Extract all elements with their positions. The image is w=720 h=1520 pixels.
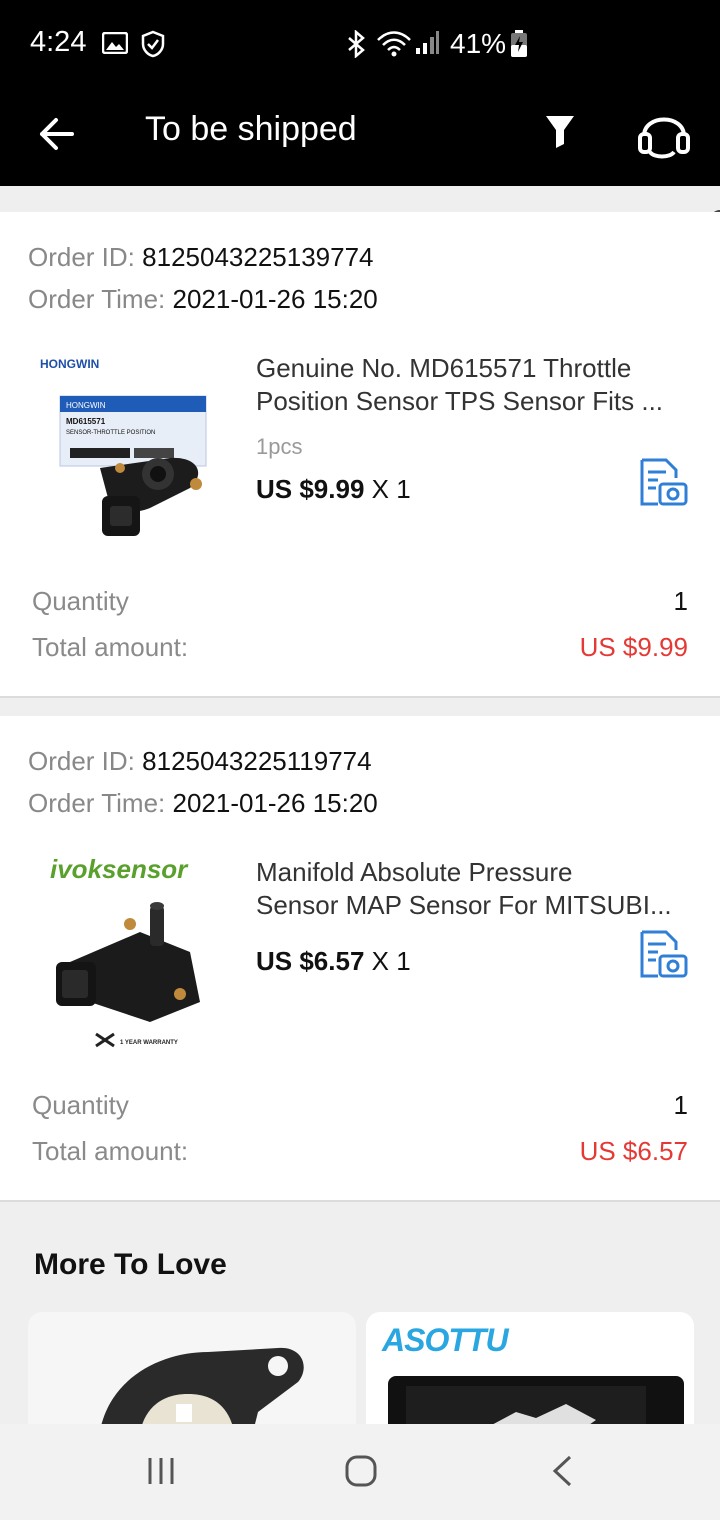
product-title-line1: Genuine No. MD615571 Throttle <box>256 353 632 383</box>
battery-percent: 41% <box>450 28 507 59</box>
signal-icon <box>416 31 439 54</box>
product-price: US $9.99 <box>256 474 365 504</box>
order-id-row: Order ID: 8125043225139774 <box>28 242 374 273</box>
product-price-row: US $6.57 X 1 <box>256 946 411 977</box>
order-id-label: Order ID: <box>28 746 135 776</box>
product-qty: X 1 <box>371 474 411 504</box>
quantity-label: Quantity <box>32 1090 129 1120</box>
order-time-label: Order Time: <box>28 788 166 818</box>
order-time-value: 2021-01-26 15:20 <box>172 284 378 314</box>
order-card[interactable]: Order ID: 8125043225119774 Order Time: 2… <box>0 716 720 1202</box>
product-image-box-brand: HONGWIN <box>66 401 106 410</box>
recommendation-brand: ASOTTU <box>382 1322 509 1358</box>
quantity-value: 1 <box>673 1090 688 1120</box>
headset-icon[interactable] <box>634 106 694 162</box>
product-image-warranty: 1 YEAR WARRANTY <box>120 1040 178 1046</box>
status-time: 4:24 <box>30 26 87 58</box>
order-time-label: Order Time: <box>28 284 166 314</box>
quantity-label: Quantity <box>32 586 129 616</box>
product-image[interactable]: ivoksensor 1 YEAR WARRANTY <box>30 852 230 1052</box>
filter-icon[interactable] <box>540 110 580 152</box>
product-image-part-desc: SENSOR-THROTTLE POSITION <box>66 430 155 436</box>
order-id-row: Order ID: 8125043225119774 <box>28 746 372 777</box>
product-spec: 1pcs <box>256 434 303 459</box>
quantity-value: 1 <box>673 586 688 616</box>
product-title-line2: Position Sensor TPS Sensor Fits ... <box>256 386 664 416</box>
page-title: To be shipped <box>145 110 357 148</box>
order-time-row: Order Time: 2021-01-26 15:20 <box>28 788 378 819</box>
app-header: To be shipped <box>0 88 720 186</box>
total-amount-label: Total amount: <box>32 632 189 662</box>
total-amount-value: US $6.57 <box>579 1136 688 1166</box>
order-id-label: Order ID: <box>28 242 135 272</box>
system-nav-bar <box>0 1424 720 1520</box>
product-title[interactable]: Genuine No. MD615571 Throttle Position S… <box>256 352 688 418</box>
back-arrow-icon[interactable] <box>34 110 82 158</box>
product-image-brand: HONGWIN <box>40 357 99 371</box>
order-time-value: 2021-01-26 15:20 <box>172 788 378 818</box>
total-amount-label: Total amount: <box>32 1136 189 1166</box>
gallery-icon <box>102 32 128 54</box>
product-title-line1: Manifold Absolute Pressure <box>256 857 573 887</box>
status-bar: 4:24 41% <box>0 0 720 88</box>
back-nav-icon[interactable] <box>550 1454 574 1488</box>
battery-charging-icon <box>511 30 527 57</box>
product-price: US $6.57 <box>256 946 365 976</box>
product-title[interactable]: Manifold Absolute Pressure Sensor MAP Se… <box>256 856 688 922</box>
home-icon[interactable] <box>344 1454 378 1488</box>
order-id-value: 8125043225139774 <box>142 242 374 272</box>
product-price-row: US $9.99 X 1 <box>256 474 411 505</box>
product-image-brand: ivoksensor <box>50 854 189 884</box>
product-image[interactable]: HONGWIN HONGWIN MD615571 SENSOR-THROTTLE… <box>30 348 230 548</box>
wifi-icon <box>377 31 411 57</box>
product-title-line2: Sensor MAP Sensor For MITSUBI... <box>256 890 672 920</box>
order-time-row: Order Time: 2021-01-26 15:20 <box>28 284 378 315</box>
total-amount-value: US $9.99 <box>579 632 688 662</box>
bluetooth-icon <box>348 30 365 58</box>
snapshot-icon[interactable] <box>636 930 688 980</box>
product-qty: X 1 <box>371 946 411 976</box>
snapshot-icon[interactable] <box>636 458 688 508</box>
order-card[interactable]: Order ID: 8125043225139774 Order Time: 2… <box>0 212 720 698</box>
more-to-love-title: More To Love <box>34 1248 227 1281</box>
order-id-value: 8125043225119774 <box>142 746 372 776</box>
product-image-part-no: MD615571 <box>66 417 106 426</box>
shield-icon <box>141 30 165 58</box>
recent-apps-icon[interactable] <box>146 1456 176 1486</box>
